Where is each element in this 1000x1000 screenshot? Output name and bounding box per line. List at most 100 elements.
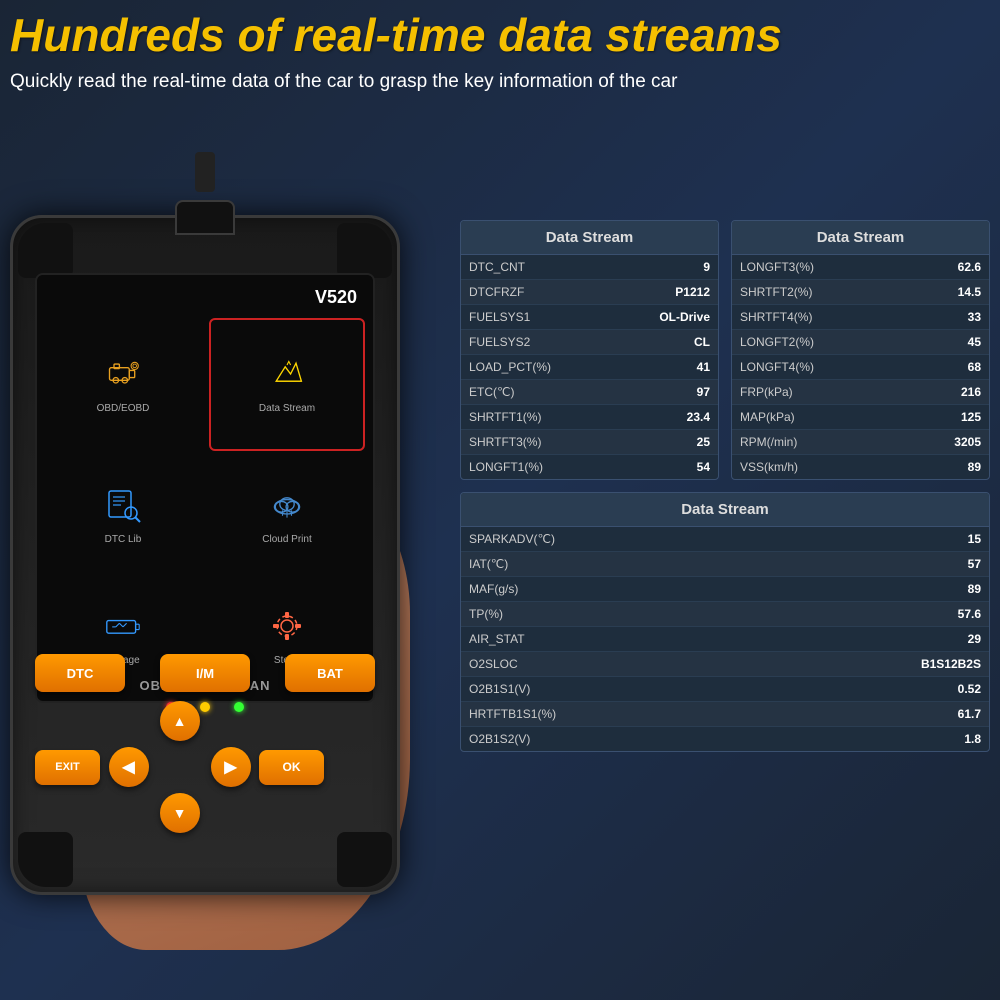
corner-guard-tr [337, 223, 392, 278]
param-value: 97 [614, 380, 718, 405]
param-name: FUELSYS2 [461, 330, 614, 355]
param-name: MAP(kPa) [732, 405, 906, 430]
table-row: SPARKADV(℃)15 [461, 527, 989, 552]
btn-im[interactable]: I/M [160, 654, 250, 692]
headline: Hundreds of real-time data streams [10, 10, 990, 61]
param-name: O2B1S2(V) [461, 727, 765, 752]
param-value: 23.4 [614, 405, 718, 430]
subtext: Quickly read the real-time data of the c… [10, 69, 990, 96]
param-name: O2SLOC [461, 652, 765, 677]
bottom-buttons: DTC I/M BAT EXIT ◀ ▲ ▼ ▶ OK [35, 654, 375, 832]
corner-guard-bl [18, 832, 73, 887]
btn-dtc[interactable]: DTC [35, 654, 125, 692]
table-row: AIR_STAT29 [461, 627, 989, 652]
menu-item-dtclib[interactable]: DTC Lib [45, 459, 201, 572]
btn-down[interactable]: ▼ [160, 793, 200, 833]
param-value: 15 [765, 527, 989, 552]
param-value: 216 [906, 380, 989, 405]
chart-icon [269, 356, 305, 399]
param-value: 89 [765, 577, 989, 602]
param-name: DTC_CNT [461, 255, 614, 280]
screen-content: V520 [37, 275, 373, 701]
menu-label-dtclib: DTC Lib [105, 534, 142, 545]
table-row: VSS(km/h)89 [732, 455, 989, 480]
param-value: 0.52 [765, 677, 989, 702]
param-value: 62.6 [906, 255, 989, 280]
param-name: SHRTFT2(%) [732, 280, 906, 305]
btn-left[interactable]: ◀ [109, 747, 149, 787]
table-row: LOAD_PCT(%)41 [461, 355, 718, 380]
table-row: DTC_CNT9 [461, 255, 718, 280]
table-row: FUELSYS1OL-Drive [461, 305, 718, 330]
param-value: 54 [614, 455, 718, 480]
table-row: HRTFTB1S1(%)61.7 [461, 702, 989, 727]
table-row: O2SLOCB1S12B2S [461, 652, 989, 677]
table-row: LONGFT2(%)45 [732, 330, 989, 355]
screen-menu-grid: OBD/EOBD Data [45, 318, 365, 693]
cloud-icon [269, 487, 305, 530]
table-row: ETC(℃)97 [461, 380, 718, 405]
btn-row-top: DTC I/M BAT [35, 654, 375, 692]
param-name: LONGFT4(%) [732, 355, 906, 380]
table-row: SHRTFT2(%)14.5 [732, 280, 989, 305]
param-name: HRTFTB1S1(%) [461, 702, 765, 727]
table-row: TP(%)57.6 [461, 602, 989, 627]
menu-item-cloudprint[interactable]: Cloud Print [209, 459, 365, 572]
device-antenna [195, 152, 215, 192]
param-name: SPARKADV(℃) [461, 527, 765, 552]
param-name: VSS(km/h) [732, 455, 906, 480]
param-value: 89 [906, 455, 989, 480]
table-row: SHRTFT4(%)33 [732, 305, 989, 330]
param-name: AIR_STAT [461, 627, 765, 652]
table-row: LONGFT4(%)68 [732, 355, 989, 380]
table2-header: Data Stream [732, 221, 989, 255]
device-screen: V520 [35, 273, 375, 703]
btn-bat[interactable]: BAT [285, 654, 375, 692]
corner-guard-tl [18, 223, 73, 278]
tables-area: Data Stream DTC_CNT9DTCFRZFP1212FUELSYS1… [460, 220, 990, 752]
param-value: 45 [906, 330, 989, 355]
param-value: 68 [906, 355, 989, 380]
param-name: LONGFT3(%) [732, 255, 906, 280]
table2-body: LONGFT3(%)62.6SHRTFT2(%)14.5SHRTFT4(%)33… [732, 255, 989, 479]
table3-header: Data Stream [461, 493, 989, 527]
data-table-3: Data Stream SPARKADV(℃)15IAT(℃)57MAF(g/s… [460, 492, 990, 752]
table-row: FUELSYS2CL [461, 330, 718, 355]
param-name: O2B1S1(V) [461, 677, 765, 702]
table-row: DTCFRZFP1212 [461, 280, 718, 305]
param-value: 3205 [906, 430, 989, 455]
param-value: 57 [765, 552, 989, 577]
btn-up[interactable]: ▲ [160, 701, 200, 741]
btn-right[interactable]: ▶ [211, 747, 251, 787]
param-name: DTCFRZF [461, 280, 614, 305]
header: Hundreds of real-time data streams Quick… [10, 10, 990, 95]
table-row: IAT(℃)57 [461, 552, 989, 577]
btn-exit[interactable]: EXIT [35, 750, 100, 785]
table-row: O2B1S1(V)0.52 [461, 677, 989, 702]
param-value: 25 [614, 430, 718, 455]
btn-ok[interactable]: OK [259, 750, 324, 785]
param-name: FUELSYS1 [461, 305, 614, 330]
param-value: 33 [906, 305, 989, 330]
param-value: 61.7 [765, 702, 989, 727]
corner-guard-br [337, 832, 392, 887]
table-row: LONGFT3(%)62.6 [732, 255, 989, 280]
table3-body: SPARKADV(℃)15IAT(℃)57MAF(g/s)89TP(%)57.6… [461, 527, 989, 751]
param-value: P1212 [614, 280, 718, 305]
nav-cluster: EXIT ◀ ▲ ▼ ▶ OK [35, 702, 375, 832]
menu-item-datastream[interactable]: Data Stream [209, 318, 365, 451]
table-row: SHRTFT3(%)25 [461, 430, 718, 455]
table-row: MAP(kPa)125 [732, 405, 989, 430]
param-name: RPM(/min) [732, 430, 906, 455]
param-name: SHRTFT3(%) [461, 430, 614, 455]
param-name: MAF(g/s) [461, 577, 765, 602]
device-model: V520 [45, 283, 365, 312]
table-row: FRP(kPa)216 [732, 380, 989, 405]
param-name: IAT(℃) [461, 552, 765, 577]
table-row: MAF(g/s)89 [461, 577, 989, 602]
param-value: 9 [614, 255, 718, 280]
menu-label-cloudprint: Cloud Print [262, 534, 311, 545]
param-name: LOAD_PCT(%) [461, 355, 614, 380]
menu-item-obd[interactable]: OBD/EOBD [45, 318, 201, 451]
table1-header: Data Stream [461, 221, 718, 255]
